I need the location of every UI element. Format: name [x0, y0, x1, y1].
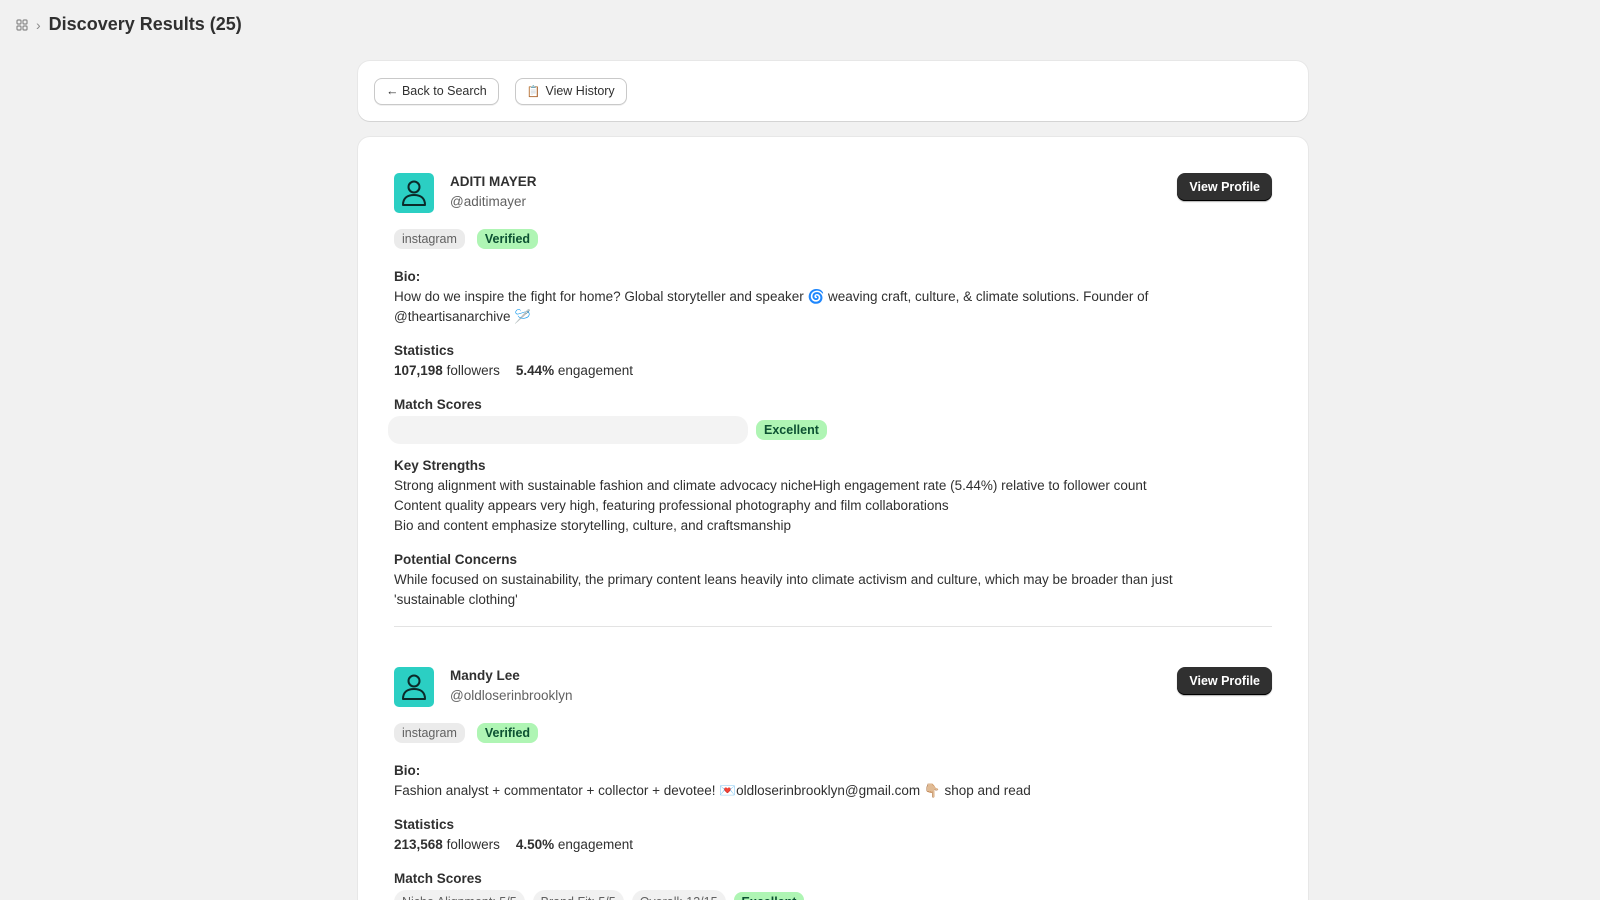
- clipboard-icon: 📋: [526, 85, 541, 98]
- key-strengths-label: Key Strengths: [394, 458, 486, 473]
- match-scores-label: Match Scores: [394, 871, 482, 886]
- chevron-right-icon: ›: [36, 16, 41, 33]
- statistics-label: Statistics: [394, 817, 455, 832]
- bio-text-line: Fashion analyst + commentator + collecto…: [394, 783, 1031, 798]
- engagement-unit: engagement: [557, 837, 633, 852]
- person-icon: [402, 674, 426, 700]
- avatar: [394, 667, 434, 707]
- overall-score: Overall: 13/15: [631, 890, 726, 900]
- rating-badge: Excellent: [756, 420, 827, 440]
- divider: [394, 626, 1272, 627]
- view-profile-button[interactable]: View Profile: [1177, 173, 1272, 201]
- toolbar-card: ← Back to Search 📋 View History: [358, 61, 1308, 121]
- statistics: 213,568 followers 4.50% engagement: [394, 835, 1272, 855]
- bio-label: Bio:: [394, 269, 421, 284]
- bio-text-line: How do we inspire the fight for home? Gl…: [394, 289, 1149, 304]
- avatar: [394, 173, 434, 213]
- breadcrumb: › Discovery Results (25): [16, 14, 242, 35]
- followers-unit: followers: [446, 363, 500, 378]
- verified-badge: Verified: [476, 229, 539, 249]
- potential-concerns-label: Potential Concerns: [394, 552, 518, 567]
- bio-label: Bio:: [394, 763, 421, 778]
- person-icon: [402, 180, 426, 206]
- back-to-search-button[interactable]: ← Back to Search: [374, 77, 499, 105]
- statistics: 107,198 followers 5.44% engagement: [394, 361, 1272, 381]
- concern-text-line: 'sustainable clothing': [394, 592, 518, 607]
- match-scores: Niche Alignment: 5/5 Brand Fit: 5/5 Over…: [394, 890, 1272, 900]
- score-bar: [388, 416, 748, 444]
- view-history-label: View History: [545, 84, 615, 98]
- result-item: ADITI MAYER @aditimayer View Profile ins…: [388, 173, 1272, 627]
- strength-item: Content quality appears very high, featu…: [394, 498, 949, 513]
- results-card: ADITI MAYER @aditimayer View Profile ins…: [358, 137, 1308, 900]
- rating-badge: Excellent: [733, 892, 805, 900]
- concern-text-line: While focused on sustainability, the pri…: [394, 572, 1173, 587]
- creator-handle: @aditimayer: [450, 194, 526, 209]
- followers-count: 213,568: [394, 837, 443, 852]
- platform-badge: instagram: [394, 723, 465, 743]
- engagement-unit: engagement: [557, 363, 633, 378]
- strength-item: Strong alignment with sustainable fashio…: [394, 478, 1147, 493]
- creator-name: Mandy Lee: [450, 668, 520, 683]
- bio-text-line: @theartisanarchive 🪡: [394, 309, 532, 324]
- view-profile-button[interactable]: View Profile: [1177, 667, 1272, 695]
- followers-unit: followers: [446, 837, 500, 852]
- view-history-button[interactable]: 📋 View History: [514, 77, 627, 105]
- statistics-label: Statistics: [394, 343, 455, 358]
- page-title: Discovery Results (25): [48, 14, 242, 34]
- creator-name: ADITI MAYER: [450, 174, 537, 189]
- niche-alignment-score: Niche Alignment: 5/5: [394, 890, 525, 900]
- result-item: Mandy Lee @oldloserinbrooklyn View Profi…: [394, 667, 1272, 900]
- verified-badge: Verified: [476, 723, 539, 743]
- engagement-rate: 5.44%: [515, 363, 555, 378]
- brand-fit-score: Brand Fit: 5/5: [532, 890, 624, 900]
- creator-handle: @oldloserinbrooklyn: [450, 688, 573, 703]
- engagement-rate: 4.50%: [515, 837, 555, 852]
- platform-badge: instagram: [394, 229, 465, 249]
- followers-count: 107,198: [394, 363, 443, 378]
- match-scores-label: Match Scores: [394, 397, 482, 412]
- match-scores: Excellent: [388, 416, 1272, 444]
- strength-item: Bio and content emphasize storytelling, …: [394, 518, 791, 533]
- apps-icon[interactable]: [16, 18, 28, 31]
